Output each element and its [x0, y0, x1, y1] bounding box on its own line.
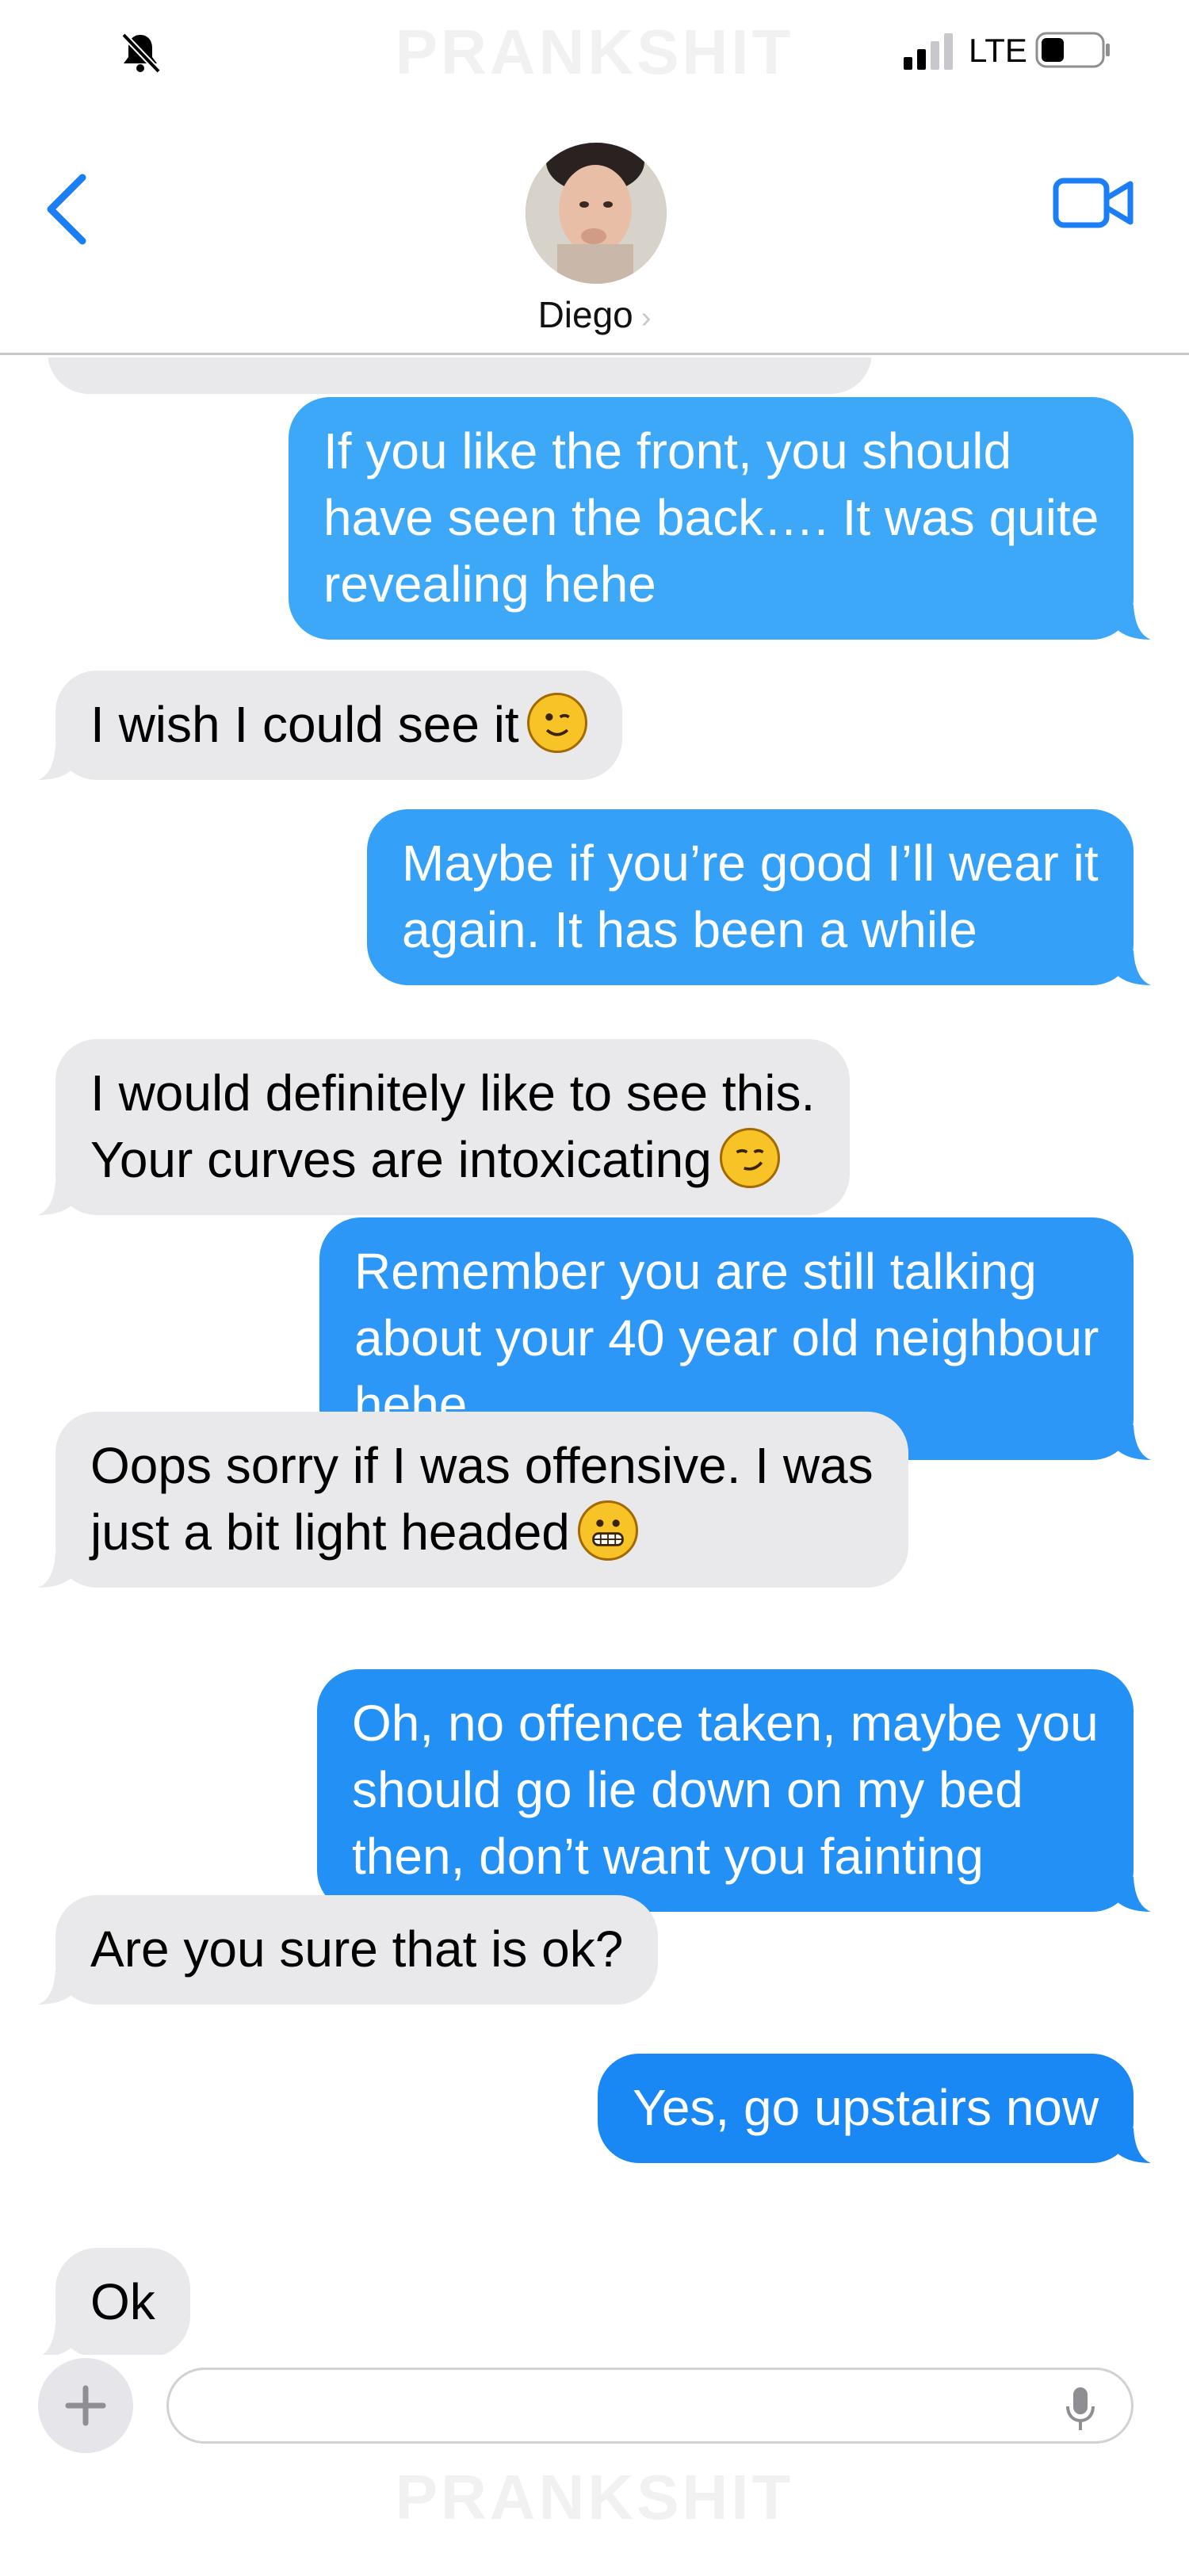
message-text-line: should go lie down on my bed [352, 1761, 1023, 1818]
add-attachment-button[interactable] [38, 2358, 133, 2453]
avatar[interactable] [526, 143, 667, 284]
sent-message-bubble[interactable]: If you like the front, you should have se… [289, 397, 1152, 640]
message-text-line: again. It has been a while [402, 901, 977, 958]
message-text-line: Oh, no offence taken, maybe you [352, 1695, 1099, 1752]
message-text-line: Your curves are intoxicating [90, 1126, 815, 1193]
avatar-photo [526, 143, 667, 284]
message-text-line: Yes, go upstairs now [633, 2079, 1099, 2136]
battery-icon [1035, 32, 1110, 68]
message-text-line: about your 40 year old neighbour [354, 1309, 1099, 1366]
message-text-line: have seen the back…. It was quite [323, 489, 1099, 546]
mute-bell-icon [121, 32, 161, 74]
signal-bars-icon [904, 33, 953, 70]
message-text-line: just a bit light headed [90, 1499, 874, 1565]
bubble-tail [1116, 2128, 1152, 2163]
received-message-bubble[interactable]: Oops sorry if I was offensive. I was just… [38, 1412, 908, 1588]
bubble-tail [1115, 1877, 1151, 1912]
grimacing-face-emoji [577, 1500, 638, 1561]
message-text-line: Oops sorry if I was offensive. I was [90, 1437, 874, 1494]
message-text-line: then, don’t want you fainting [352, 1828, 984, 1885]
message-text-line: revealing hehe [323, 556, 656, 613]
message-text-line: If you like the front, you should [323, 422, 1012, 480]
bubble-tail [38, 745, 73, 780]
received-message-bubble[interactable]: I wish I could see it [38, 671, 622, 780]
network-type: LTE [969, 32, 1027, 69]
message-text-line: I would definitely like to see this. [90, 1064, 816, 1122]
plus-icon [65, 2385, 106, 2426]
winking-face-emoji [526, 693, 587, 753]
status-bar: PRANKSHIT LTE [0, 0, 1189, 103]
bubble-tail [38, 1553, 73, 1588]
received-message-bubble[interactable]: Ok [42, 2248, 190, 2355]
sent-message-bubble[interactable]: Maybe if you’re good I’ll wear it again. … [367, 809, 1151, 985]
received-message-bubble[interactable]: Are you sure that is ok? [38, 1895, 659, 2005]
input-bar [0, 2358, 1189, 2461]
partial-message-bubble [48, 357, 872, 394]
message-input[interactable] [166, 2368, 1134, 2444]
message-text-line: Ok [90, 2273, 155, 2330]
chevron-right-icon: › [640, 301, 652, 334]
sent-message-bubble[interactable]: Oh, no offence taken, maybe you should go… [317, 1669, 1151, 1912]
message-text-line: Are you sure that is ok? [90, 1921, 624, 1978]
message-text-line: Remember you are still talking [354, 1243, 1037, 1300]
smirking-face-emoji [719, 1128, 780, 1188]
watermark-bottom: PRANKSHIT [395, 2462, 794, 2532]
bubble-tail [1116, 1425, 1152, 1460]
message-text-line: I wish I could see it [90, 691, 587, 758]
bubble-tail [38, 1970, 73, 2005]
back-chevron-icon[interactable] [41, 170, 97, 249]
contact-name-row[interactable]: Diego › [0, 293, 1189, 336]
bubble-tail [1116, 605, 1152, 640]
received-message-bubble[interactable]: I would definitely like to see this. Your… [38, 1039, 851, 1215]
bubble-tail [42, 2322, 73, 2355]
message-text-line: Maybe if you’re good I’ll wear it [402, 835, 1099, 892]
message-thread[interactable]: If you like the front, you should have se… [0, 357, 1189, 2355]
conversation-header: Diego › [0, 103, 1189, 355]
bubble-tail [38, 1180, 73, 1215]
bubble-tail [1115, 950, 1151, 985]
sent-message-bubble[interactable]: Yes, go upstairs now [598, 2054, 1152, 2163]
video-camera-icon[interactable] [1053, 174, 1135, 231]
microphone-icon[interactable] [1065, 2386, 1096, 2433]
contact-name: Diego [537, 294, 633, 335]
